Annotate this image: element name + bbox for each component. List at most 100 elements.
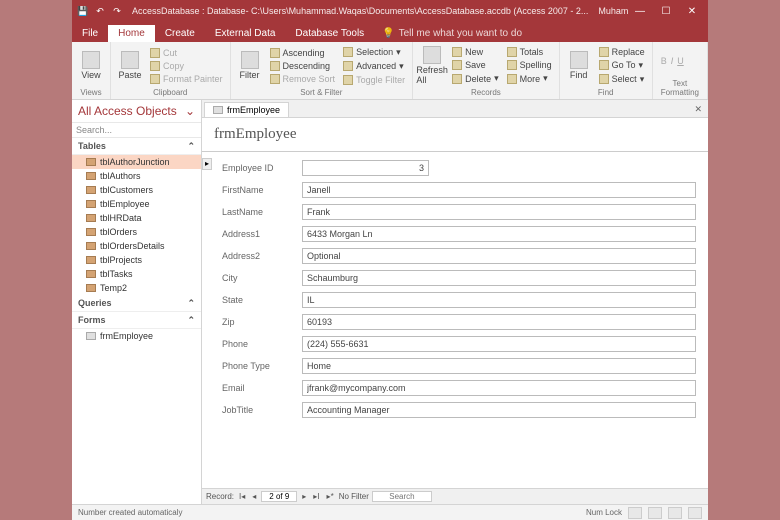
nav-table-tblcustomers[interactable]: tblCustomers: [72, 183, 201, 197]
nav-table-tblordersdetails[interactable]: tblOrdersDetails: [72, 239, 201, 253]
find-button[interactable]: Find: [564, 44, 594, 87]
delete-button[interactable]: Delete ▾: [449, 72, 502, 85]
document-area: frmEmployee ✕ frmEmployee ▸ Employee IDF…: [202, 100, 708, 504]
doc-tab-frmemployee[interactable]: frmEmployee: [204, 102, 289, 117]
bulb-icon: 💡: [382, 28, 394, 39]
form-icon: [86, 332, 96, 340]
last-record-button[interactable]: ▸I: [311, 492, 321, 501]
field-zip[interactable]: [302, 314, 696, 330]
replace-button[interactable]: Replace: [596, 46, 648, 58]
selection-button[interactable]: Selection ▾: [340, 46, 408, 59]
ascending-button[interactable]: Ascending: [267, 47, 339, 59]
more-button[interactable]: More ▾: [504, 72, 555, 85]
find-icon: [570, 51, 588, 69]
field-id[interactable]: [302, 160, 429, 176]
paste-icon: [121, 51, 139, 69]
ribbon-tabs: File Home Create External Data Database …: [72, 22, 708, 42]
field-email[interactable]: [302, 380, 696, 396]
nav-search[interactable]: Search...: [72, 123, 201, 138]
nav-table-tblauthors[interactable]: tblAuthors: [72, 169, 201, 183]
form-view-button[interactable]: [628, 507, 642, 519]
save-icon[interactable]: 💾: [76, 4, 90, 18]
nav-header[interactable]: All Access Objects⌄: [72, 100, 201, 123]
redo-icon[interactable]: ↷: [110, 4, 124, 18]
ribbon: ViewViews PasteCutCopyFormat PainterClip…: [72, 42, 708, 100]
close-button[interactable]: ✕: [680, 2, 704, 20]
minimize-button[interactable]: ―: [628, 2, 652, 20]
cut-button[interactable]: Cut: [147, 47, 226, 59]
nav-table-tblorders[interactable]: tblOrders: [72, 225, 201, 239]
nav-table-tbltasks[interactable]: tblTasks: [72, 267, 201, 281]
undo-icon[interactable]: ↶: [93, 4, 107, 18]
tab-database-tools[interactable]: Database Tools: [285, 25, 374, 42]
goto-button[interactable]: Go To ▾: [596, 59, 648, 72]
label-fn: FirstName: [222, 185, 302, 195]
save-icon: [452, 60, 462, 70]
recnav-search[interactable]: [372, 491, 432, 502]
table-icon: [86, 214, 96, 222]
goto-icon: [599, 60, 609, 70]
underline-button[interactable]: U: [677, 56, 684, 66]
field-a2[interactable]: [302, 248, 696, 264]
nav-table-tblprojects[interactable]: tblProjects: [72, 253, 201, 267]
maximize-button[interactable]: ☐: [654, 2, 678, 20]
totals-button[interactable]: Totals: [504, 46, 555, 58]
first-record-button[interactable]: I◂: [237, 492, 247, 501]
field-ln[interactable]: [302, 204, 696, 220]
copy-button[interactable]: Copy: [147, 60, 226, 72]
advanced-button[interactable]: Advanced ▾: [340, 60, 408, 73]
more-icon: [507, 74, 517, 84]
record-selector[interactable]: ▸: [202, 158, 212, 170]
tell-me[interactable]: 💡Tell me what you want to do: [374, 25, 530, 42]
nav-group-forms[interactable]: Forms⌃: [72, 312, 201, 329]
copy-icon: [150, 61, 160, 71]
record-position[interactable]: [261, 491, 297, 502]
design-view-button[interactable]: [688, 507, 702, 519]
tab-home[interactable]: Home: [108, 25, 155, 42]
refresh-icon: [423, 46, 441, 64]
new-record-button[interactable]: ▸*: [325, 492, 336, 501]
remove-sort-button[interactable]: Remove Sort: [267, 73, 339, 85]
form-view: frmEmployee ▸ Employee IDFirstNameLastNa…: [202, 118, 708, 488]
descending-button[interactable]: Descending: [267, 60, 339, 72]
filter-button[interactable]: Filter: [235, 44, 265, 87]
bold-button[interactable]: B: [661, 56, 667, 66]
close-tab-button[interactable]: ✕: [688, 102, 708, 117]
next-record-button[interactable]: ▸: [300, 492, 308, 501]
nav-table-tblauthorjunction[interactable]: tblAuthorJunction: [72, 155, 201, 169]
layout-view-button[interactable]: [668, 507, 682, 519]
group-sort-filter: Sort & Filter: [235, 87, 409, 97]
selection-icon: [343, 47, 353, 57]
tab-external-data[interactable]: External Data: [205, 25, 286, 42]
prev-record-button[interactable]: ◂: [250, 492, 258, 501]
paste-button[interactable]: Paste: [115, 44, 145, 87]
spelling-button[interactable]: Spelling: [504, 59, 555, 71]
datasheet-view-button[interactable]: [648, 507, 662, 519]
format-painter-button[interactable]: Format Painter: [147, 73, 226, 85]
tab-create[interactable]: Create: [155, 25, 205, 42]
remove-sort-icon: [270, 74, 280, 84]
tab-file[interactable]: File: [72, 25, 108, 42]
select-button[interactable]: Select ▾: [596, 73, 648, 86]
label-phone: Phone: [222, 339, 302, 349]
italic-button[interactable]: I: [671, 56, 674, 66]
view-icon: [82, 51, 100, 69]
nav-table-tblhrdata[interactable]: tblHRData: [72, 211, 201, 225]
new-button[interactable]: New: [449, 46, 502, 58]
field-a1[interactable]: [302, 226, 696, 242]
refresh-button[interactable]: Refresh All: [417, 44, 447, 87]
field-job[interactable]: [302, 402, 696, 418]
field-city[interactable]: [302, 270, 696, 286]
nav-group-tables[interactable]: Tables⌃: [72, 138, 201, 155]
view-button[interactable]: View: [76, 44, 106, 87]
toggle-filter-button[interactable]: Toggle Filter: [340, 74, 408, 86]
field-phone[interactable]: [302, 336, 696, 352]
field-fn[interactable]: [302, 182, 696, 198]
field-ptype[interactable]: [302, 358, 696, 374]
save-record-button[interactable]: Save: [449, 59, 502, 71]
field-state[interactable]: [302, 292, 696, 308]
nav-table-temp2[interactable]: Temp2: [72, 281, 201, 295]
nav-form-frmemployee[interactable]: frmEmployee: [72, 329, 201, 343]
nav-table-tblemployee[interactable]: tblEmployee: [72, 197, 201, 211]
nav-group-queries[interactable]: Queries⌃: [72, 295, 201, 312]
